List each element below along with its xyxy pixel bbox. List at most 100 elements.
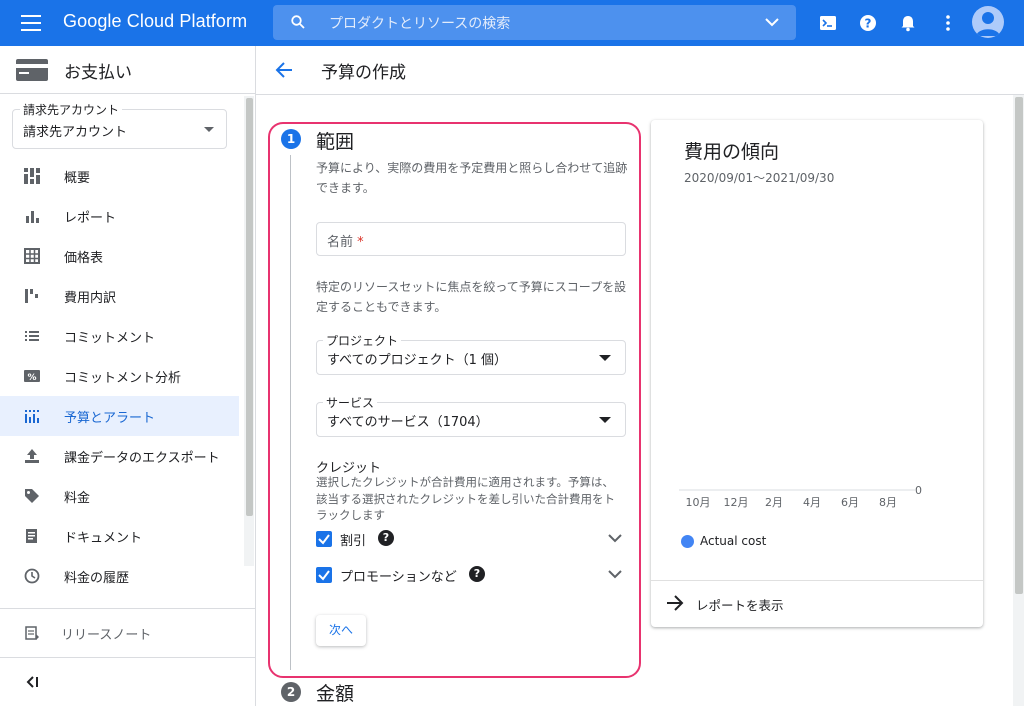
dropdown-caret-icon bbox=[599, 355, 611, 361]
search-placeholder: プロダクトとリソースの検索 bbox=[329, 16, 511, 32]
sidebar-item-pricing[interactable]: 価格表 bbox=[0, 236, 239, 276]
required-mark: * bbox=[357, 235, 364, 250]
discounts-label: 割引 bbox=[340, 534, 367, 549]
arrow-forward-icon bbox=[667, 595, 684, 611]
scope-filter-description: 特定のリソースセットに焦点を絞って予算にスコープを設定することもできます。 bbox=[316, 280, 627, 314]
dropdown-caret-icon bbox=[599, 417, 611, 423]
dashboard-icon bbox=[24, 168, 40, 184]
project-label: プロジェクト bbox=[323, 332, 402, 349]
menu-icon[interactable] bbox=[21, 15, 41, 31]
sidebar-divider bbox=[0, 657, 255, 658]
x-tick-label: 10月 bbox=[686, 496, 711, 509]
avatar[interactable] bbox=[972, 6, 1004, 38]
checkmark-icon bbox=[318, 570, 330, 581]
x-tick-label: 6月 bbox=[841, 496, 859, 509]
sidebar-item-budgets[interactable]: 予算とアラート bbox=[0, 396, 239, 436]
more-vert-icon[interactable] bbox=[937, 12, 959, 34]
sidebar-scrollbar-thumb[interactable] bbox=[246, 98, 253, 516]
cost-trend-chart: 0 10月 12月 2月 4月 6月 8月 bbox=[679, 484, 922, 509]
sidebar-item-reports[interactable]: レポート bbox=[0, 196, 239, 236]
document-icon bbox=[26, 529, 37, 543]
chevron-down-icon[interactable] bbox=[764, 16, 780, 28]
sidebar-item-label: コミットメント分析 bbox=[64, 371, 182, 386]
step-number: 1 bbox=[281, 129, 301, 149]
sidebar-item-label: コミットメント bbox=[64, 331, 156, 346]
view-report-link[interactable]: レポートを表示 bbox=[651, 581, 983, 627]
upload-icon bbox=[25, 449, 39, 463]
sidebar-item-pricing-tag[interactable]: 料金 bbox=[0, 476, 239, 516]
legend-label-actual-cost: Actual cost bbox=[700, 534, 767, 548]
sidebar-item-label: 料金 bbox=[64, 491, 91, 506]
svg-text:?: ? bbox=[865, 17, 872, 31]
sidebar-item-commitments[interactable]: コミットメント bbox=[0, 316, 239, 356]
promotions-checkbox[interactable] bbox=[316, 567, 332, 583]
cloud-shell-icon[interactable] bbox=[817, 12, 839, 34]
sidebar-item-label: 課金データのエクスポート bbox=[64, 451, 220, 466]
help-circle-icon[interactable]: ? bbox=[469, 566, 485, 582]
step-title: 金額 bbox=[316, 683, 355, 705]
sidebar-item-label: 費用内訳 bbox=[64, 291, 117, 306]
credit-row-discounts: 割引 ? bbox=[314, 527, 626, 551]
sidebar-item-documents[interactable]: ドキュメント bbox=[0, 516, 239, 556]
page-title: 予算の作成 bbox=[321, 63, 406, 83]
credit-row-promotions: プロモーションなど ? bbox=[314, 563, 626, 587]
credits-description: 選択したクレジットが合計費用に適用されます。予算は、該当する選択されたクレジット… bbox=[316, 475, 615, 522]
sidebar: お支払い 請求先アカウント 請求先アカウント 概要 レポート 価格表 費用内訳 … bbox=[0, 46, 256, 706]
service-label: サービス bbox=[323, 394, 378, 411]
notifications-icon[interactable] bbox=[897, 12, 919, 34]
next-button[interactable]: 次へ bbox=[316, 615, 366, 646]
sidebar-item-label: レポート bbox=[64, 211, 117, 226]
checkmark-icon bbox=[318, 534, 330, 545]
legend-swatch-actual-cost bbox=[681, 535, 694, 548]
step-number: 2 bbox=[281, 682, 301, 702]
project-select[interactable]: プロジェクト すべてのプロジェクト（1 個） bbox=[316, 332, 626, 375]
search-input[interactable]: プロダクトとリソースの検索 bbox=[273, 5, 796, 40]
brand-title[interactable]: Google Cloud Platform bbox=[63, 11, 247, 32]
release-notes-link[interactable]: リリースノート bbox=[0, 619, 255, 643]
expand-more-icon[interactable] bbox=[608, 533, 622, 543]
sidebar-item-label: 価格表 bbox=[64, 251, 104, 266]
sidebar-item-history[interactable]: 料金の履歴 bbox=[0, 556, 239, 596]
scope-description: 予算により、実際の費用を予定費用と照らし合わせて追跡できます。 bbox=[316, 161, 628, 195]
service-select[interactable]: サービス すべてのサービス（1704） bbox=[316, 394, 626, 437]
top-app-bar: Google Cloud Platform プロダクトとリソースの検索 ? bbox=[0, 0, 1024, 46]
clock-icon bbox=[24, 568, 40, 584]
y-tick-label: 0 bbox=[915, 484, 922, 497]
main-scrollbar-thumb[interactable] bbox=[1015, 97, 1023, 594]
discounts-checkbox[interactable] bbox=[316, 531, 332, 547]
help-icon[interactable]: ? bbox=[857, 12, 879, 34]
percent-icon: % bbox=[24, 370, 40, 383]
collapse-sidebar-icon[interactable] bbox=[24, 675, 40, 689]
promotions-label: プロモーションなど bbox=[340, 570, 457, 585]
sidebar-divider bbox=[0, 608, 255, 609]
release-notes-icon bbox=[25, 626, 39, 640]
table-icon bbox=[24, 248, 40, 264]
billing-account-select[interactable]: 請求先アカウント 請求先アカウント bbox=[12, 101, 227, 149]
x-tick-label: 2月 bbox=[765, 496, 783, 509]
sidebar-title: お支払い bbox=[64, 63, 132, 83]
sidebar-item-export[interactable]: 課金データのエクスポート bbox=[0, 436, 239, 476]
budget-name-input[interactable]: 名前 * bbox=[316, 222, 626, 256]
sidebar-item-overview[interactable]: 概要 bbox=[0, 156, 239, 196]
sidebar-header: お支払い bbox=[0, 46, 255, 94]
sidebar-item-label: 料金の履歴 bbox=[64, 571, 130, 586]
name-placeholder: 名前 * bbox=[327, 231, 364, 250]
project-value: すべてのプロジェクト（1 個） bbox=[327, 353, 507, 368]
search-icon bbox=[291, 15, 305, 29]
back-arrow-icon[interactable] bbox=[274, 61, 294, 79]
billing-icon bbox=[16, 59, 48, 81]
step-title: 範囲 bbox=[316, 131, 355, 153]
sidebar-item-commitment-analysis[interactable]: % コミットメント分析 bbox=[0, 356, 239, 396]
cost-trend-card: 費用の傾向 2020/09/01～2021/09/30 0 10月 12月 2月 4月 6… bbox=[651, 120, 983, 627]
sidebar-item-label: ドキュメント bbox=[64, 531, 143, 546]
sidebar-item-label: 概要 bbox=[64, 171, 91, 186]
x-tick-label: 8月 bbox=[879, 496, 897, 509]
sidebar-item-cost-breakdown[interactable]: 費用内訳 bbox=[0, 276, 239, 316]
dropdown-caret-icon bbox=[204, 127, 214, 132]
help-circle-icon[interactable]: ? bbox=[378, 530, 394, 546]
svg-text:%: % bbox=[27, 373, 36, 383]
billing-account-value: 請求先アカウント bbox=[23, 125, 128, 140]
expand-more-icon[interactable] bbox=[608, 569, 622, 579]
view-report-label: レポートを表示 bbox=[696, 598, 784, 613]
list-icon bbox=[25, 331, 39, 341]
